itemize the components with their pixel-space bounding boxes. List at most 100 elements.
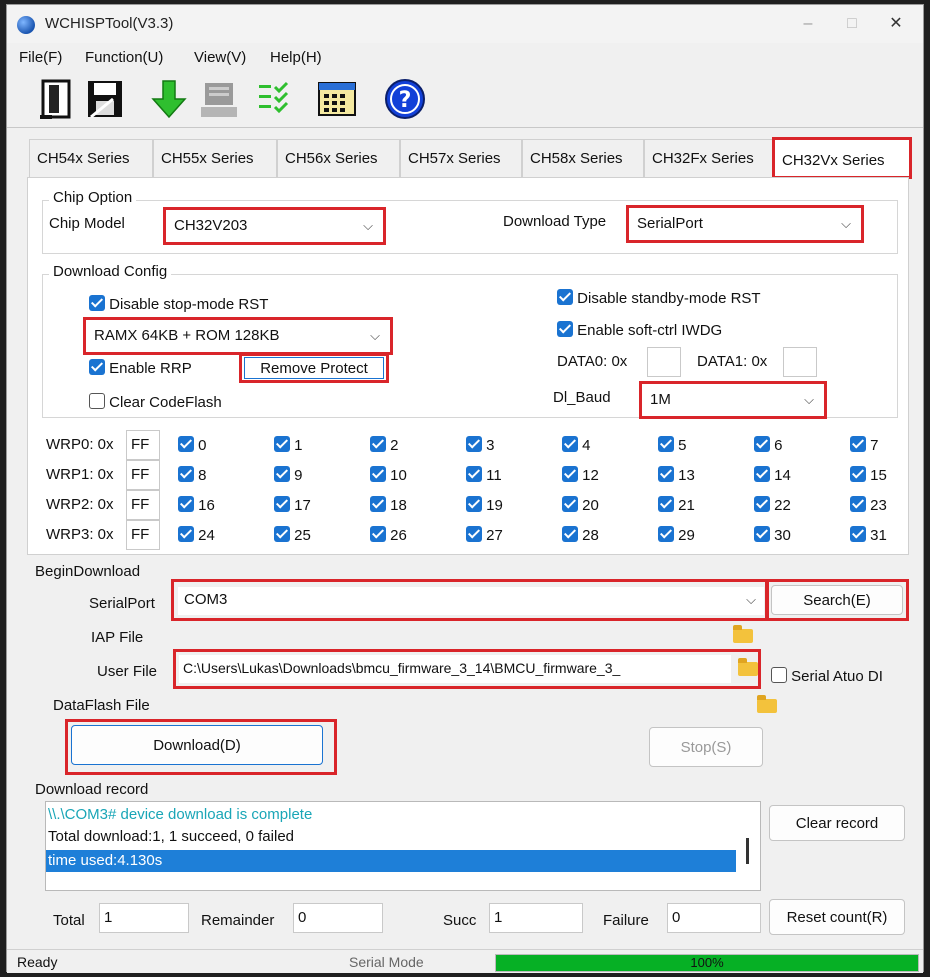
reset-count-button[interactable]: Reset count(R)	[769, 899, 905, 935]
wrp-bit-checkbox[interactable]: 4	[562, 436, 591, 454]
enable-softctrl-iwdg-checkbox[interactable]: Enable soft-ctrl IWDG	[557, 321, 722, 339]
folder-open-icon[interactable]	[733, 625, 753, 643]
wrp-bit-checkbox[interactable]: 30	[754, 526, 791, 544]
status-mode: Serial Mode	[349, 954, 424, 970]
wrp-bit-checkbox[interactable]: 25	[274, 526, 311, 544]
tab-ch32fx[interactable]: CH32Fx Series	[644, 139, 775, 177]
wrp-bit-checkbox[interactable]: 17	[274, 496, 311, 514]
wrp-value-input[interactable]: FF	[126, 490, 160, 520]
wrp-bit-checkbox[interactable]: 13	[658, 466, 695, 484]
clear-codeflash-checkbox[interactable]: Clear CodeFlash	[89, 393, 222, 411]
wrp-bit-checkbox[interactable]: 19	[466, 496, 503, 514]
download-button[interactable]: Download(D)	[71, 725, 323, 765]
disable-stop-rst-label: Disable stop-mode RST	[109, 296, 269, 313]
download-record-title: Download record	[35, 781, 149, 798]
serial-auto-di-checkbox[interactable]: Serial Atuo DI	[771, 667, 883, 685]
wrp-bit-checkbox[interactable]: 23	[850, 496, 887, 514]
wrp-bit-checkbox[interactable]: 11	[466, 466, 502, 484]
data0-input[interactable]	[647, 347, 681, 377]
wrp-bit-checkbox[interactable]: 21	[658, 496, 695, 514]
clear-record-button[interactable]: Clear record	[769, 805, 905, 841]
iap-file-input[interactable]	[179, 623, 725, 651]
device-icon	[197, 77, 241, 121]
wrp-bit-checkbox[interactable]: 18	[370, 496, 407, 514]
wrp-bit-checkbox[interactable]: 0	[178, 436, 207, 454]
wrp-bit-label: 25	[294, 527, 311, 544]
wrp-label: WRP1: 0x	[46, 466, 114, 483]
keypad-icon[interactable]	[315, 77, 359, 121]
wrp-bit-label: 22	[774, 497, 791, 514]
wrp-bit-checkbox[interactable]: 6	[754, 436, 783, 454]
wrp-bit-checkbox[interactable]: 26	[370, 526, 407, 544]
chip-model-select[interactable]: CH32V203 ⌵	[168, 213, 381, 241]
wrp-value-input[interactable]: FF	[126, 430, 160, 460]
dl-baud-select[interactable]: 1M ⌵	[644, 387, 822, 415]
checkbox-checked-icon	[658, 466, 674, 482]
menu-view[interactable]: View(V)	[194, 49, 246, 66]
tab-ch57x[interactable]: CH57x Series	[400, 139, 522, 177]
wrp-bit-checkbox[interactable]: 31	[850, 526, 887, 544]
wrp-bit-checkbox[interactable]: 14	[754, 466, 791, 484]
folder-open-icon[interactable]	[738, 658, 758, 676]
wrp-bit-checkbox[interactable]: 3	[466, 436, 495, 454]
checkbox-checked-icon	[274, 466, 290, 482]
record-scrollbar[interactable]	[746, 838, 749, 864]
data1-input[interactable]	[783, 347, 817, 377]
wrp-bit-checkbox[interactable]: 1	[274, 436, 303, 454]
menu-function[interactable]: Function(U)	[85, 49, 163, 66]
help-icon[interactable]: ?	[383, 77, 427, 121]
maximize-button[interactable]: □	[829, 5, 875, 43]
wrp-bit-checkbox[interactable]: 10	[370, 466, 407, 484]
failure-value: 0	[667, 903, 761, 933]
tab-ch58x[interactable]: CH58x Series	[522, 139, 644, 177]
download-type-select[interactable]: SerialPort ⌵	[631, 211, 859, 239]
wrp-bit-checkbox[interactable]: 15	[850, 466, 887, 484]
stop-button[interactable]: Stop(S)	[649, 727, 763, 767]
wrp-bit-checkbox[interactable]: 9	[274, 466, 303, 484]
tab-ch32vx[interactable]: CH32Vx Series	[772, 137, 912, 179]
tab-ch55x[interactable]: CH55x Series	[153, 139, 277, 177]
wrp-bit-checkbox[interactable]: 22	[754, 496, 791, 514]
save-disk-icon[interactable]	[83, 77, 127, 121]
wrp-bit-checkbox[interactable]: 12	[562, 466, 599, 484]
wrp-bit-label: 27	[486, 527, 503, 544]
begin-download-title: BeginDownload	[35, 563, 141, 580]
wrp-bit-checkbox[interactable]: 29	[658, 526, 695, 544]
minimize-button[interactable]: –	[785, 5, 831, 43]
disable-standby-rst-checkbox[interactable]: Disable standby-mode RST	[557, 289, 761, 307]
wrp-bit-checkbox[interactable]: 16	[178, 496, 215, 514]
download-record-list[interactable]: \\.\COM3# device download is complete To…	[45, 801, 761, 891]
user-file-input[interactable]: C:\Users\Lukas\Downloads\bmcu_firmware_3…	[179, 655, 731, 683]
wrp-bit-checkbox[interactable]: 28	[562, 526, 599, 544]
remove-protect-button[interactable]: Remove Protect	[244, 357, 384, 379]
serialport-select[interactable]: COM3 ⌵	[178, 587, 764, 615]
wrp-bit-checkbox[interactable]: 2	[370, 436, 399, 454]
enable-softctrl-iwdg-label: Enable soft-ctrl IWDG	[577, 322, 723, 339]
tab-ch54x[interactable]: CH54x Series	[29, 139, 153, 177]
toolbar-separator	[7, 127, 923, 128]
tab-ch56x[interactable]: CH56x Series	[277, 139, 400, 177]
checkbox-unchecked-icon	[89, 393, 105, 409]
disable-stop-rst-checkbox[interactable]: Disable stop-mode RST	[89, 295, 268, 313]
enable-rrp-checkbox[interactable]: Enable RRP	[89, 359, 192, 377]
ram-rom-select[interactable]: RAMX 64KB + ROM 128KB ⌵	[88, 323, 388, 351]
checkbox-checked-icon	[274, 526, 290, 542]
download-arrow-icon[interactable]	[147, 77, 191, 121]
wrp-bit-checkbox[interactable]: 20	[562, 496, 599, 514]
wrp-bit-checkbox[interactable]: 7	[850, 436, 879, 454]
folder-open-icon[interactable]	[757, 695, 778, 713]
dataflash-file-input[interactable]	[179, 691, 725, 719]
close-button[interactable]: ✕	[873, 5, 919, 43]
wrp-bit-checkbox[interactable]: 27	[466, 526, 503, 544]
wrp-value-input[interactable]: FF	[126, 520, 160, 550]
open-door-icon[interactable]	[35, 77, 79, 121]
menu-help[interactable]: Help(H)	[270, 49, 322, 66]
menu-file[interactable]: File(F)	[19, 49, 62, 66]
window-title: WCHISPTool(V3.3)	[45, 15, 174, 32]
search-button[interactable]: Search(E)	[771, 585, 903, 615]
checklist-icon[interactable]	[255, 77, 299, 121]
wrp-bit-checkbox[interactable]: 24	[178, 526, 215, 544]
wrp-bit-checkbox[interactable]: 5	[658, 436, 687, 454]
wrp-bit-checkbox[interactable]: 8	[178, 466, 207, 484]
wrp-value-input[interactable]: FF	[126, 460, 160, 490]
